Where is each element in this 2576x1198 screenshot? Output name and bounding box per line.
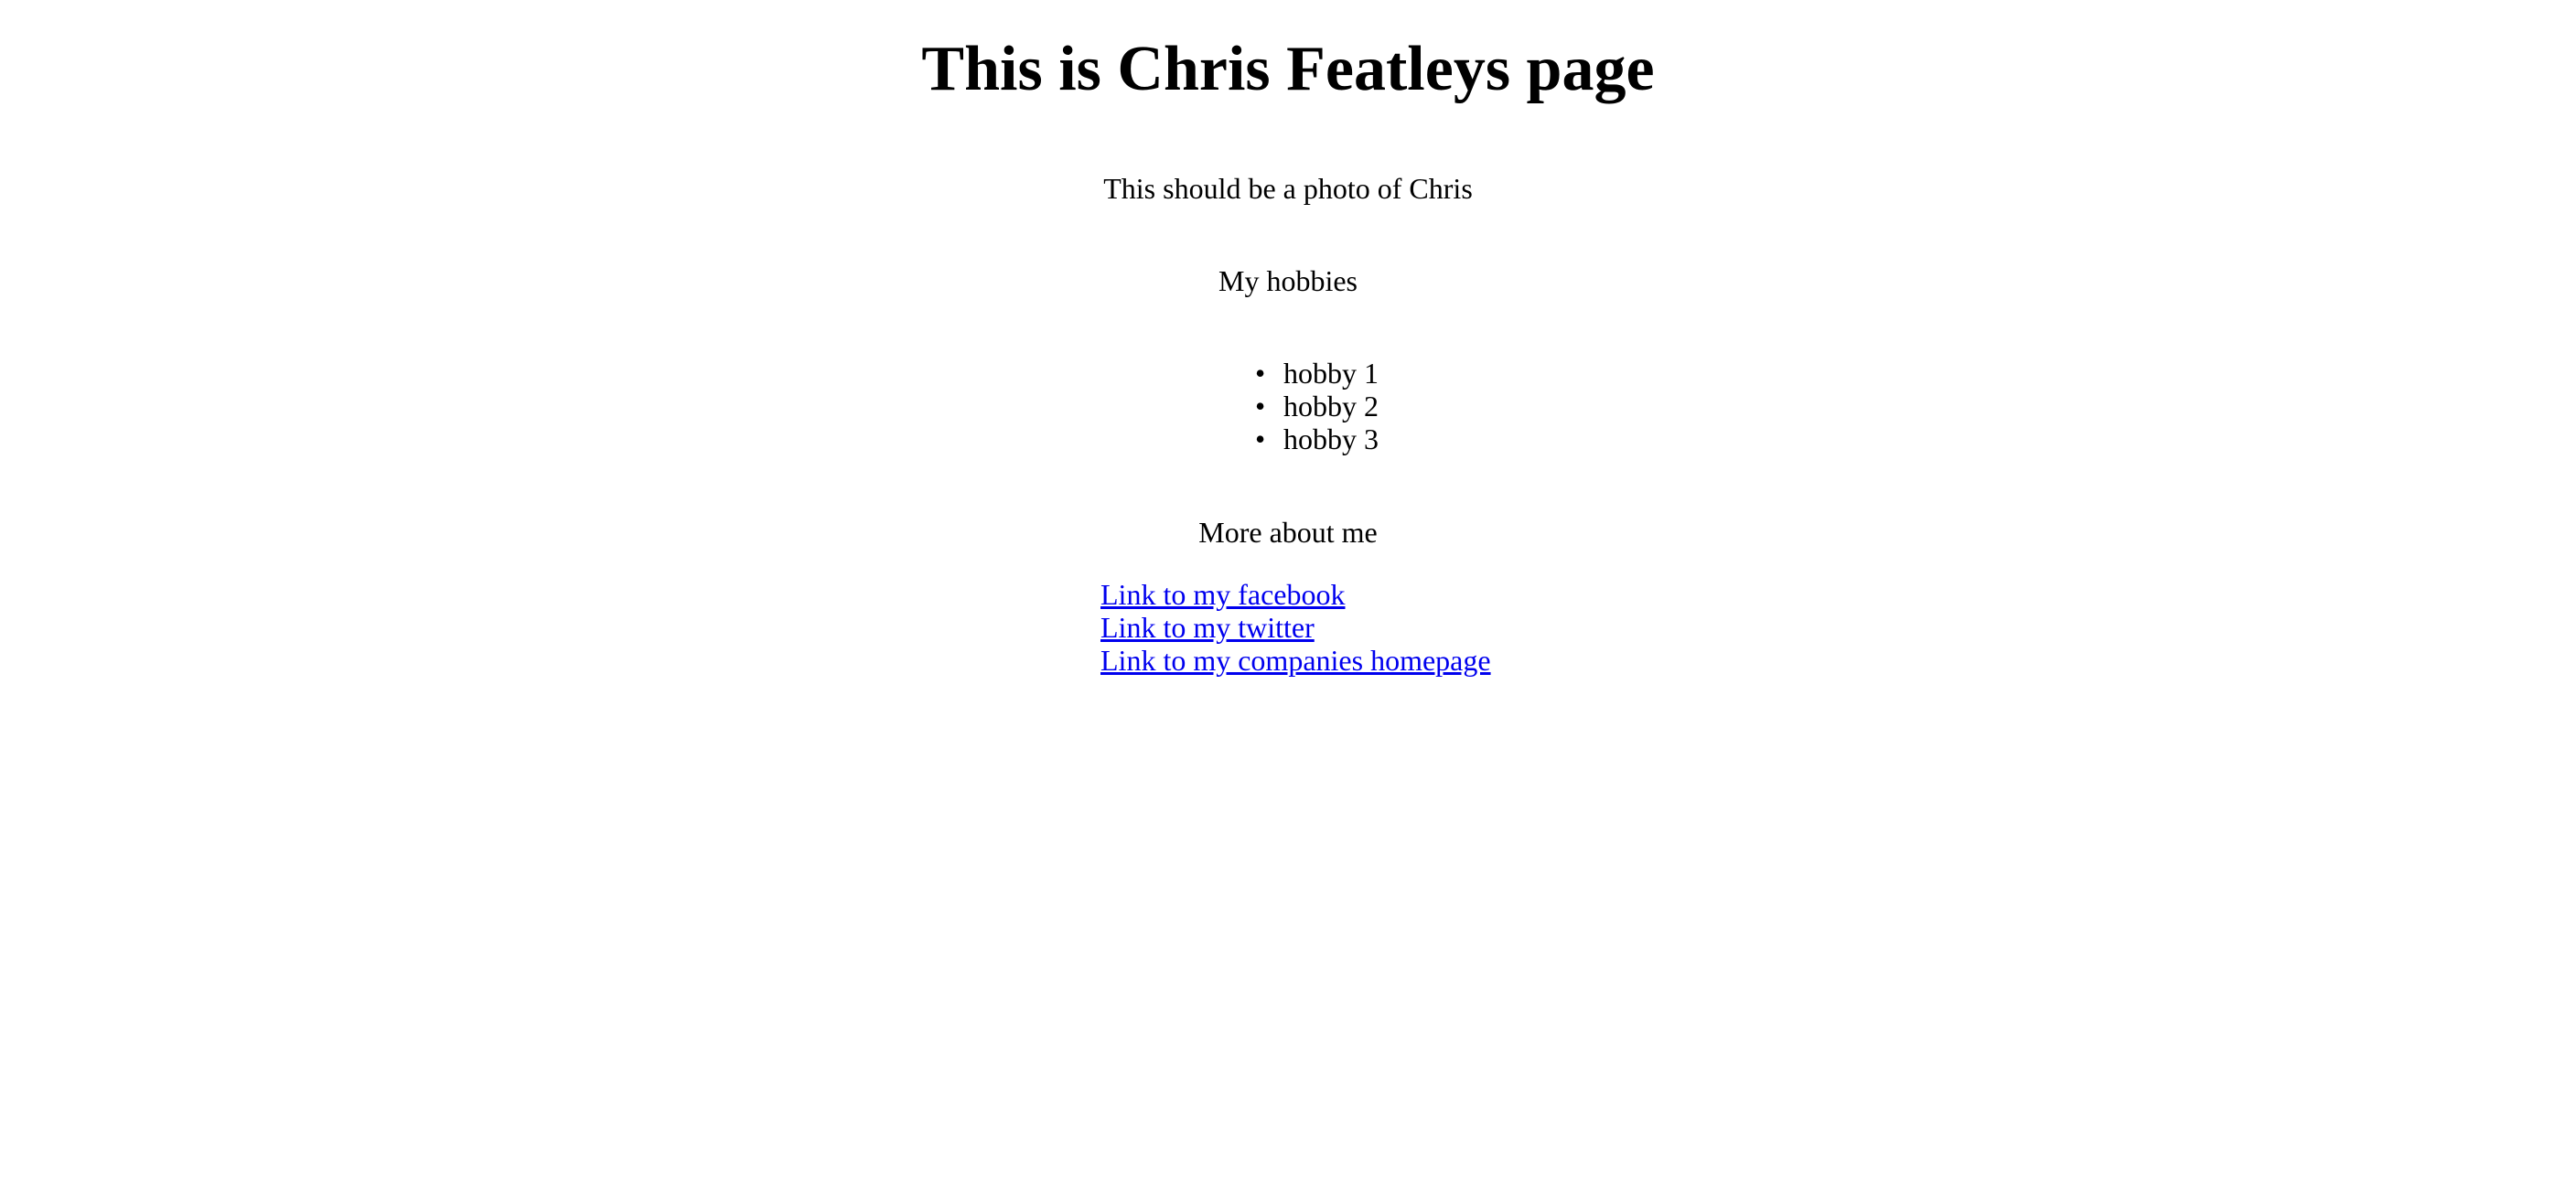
facebook-link[interactable]: Link to my facebook	[1100, 578, 1491, 611]
company-homepage-link[interactable]: Link to my companies homepage	[1100, 644, 1491, 677]
links-list: Link to my facebook Link to my twitter L…	[1100, 578, 1491, 677]
hobby-label: hobby 1	[1283, 357, 1379, 390]
list-item: • hobby 3	[1255, 423, 1379, 455]
hobby-label: hobby 3	[1283, 423, 1379, 455]
more-about-me-heading: More about me	[1198, 516, 1378, 549]
hobbies-heading: My hobbies	[1218, 264, 1358, 297]
bullet-icon: •	[1255, 357, 1266, 390]
list-item: • hobby 2	[1255, 390, 1379, 423]
page: This is Chris Featleys page This should …	[0, 0, 2576, 1198]
hobby-label: hobby 2	[1283, 390, 1379, 423]
bullet-icon: •	[1255, 390, 1266, 423]
photo-placeholder-text: This should be a photo of Chris	[1103, 172, 1473, 205]
twitter-link[interactable]: Link to my twitter	[1100, 611, 1491, 644]
page-title: This is Chris Featleys page	[921, 34, 1655, 104]
hobby-list: • hobby 1 • hobby 2 • hobby 3	[1255, 357, 1379, 455]
list-item: • hobby 1	[1255, 357, 1379, 390]
bullet-icon: •	[1255, 423, 1266, 455]
